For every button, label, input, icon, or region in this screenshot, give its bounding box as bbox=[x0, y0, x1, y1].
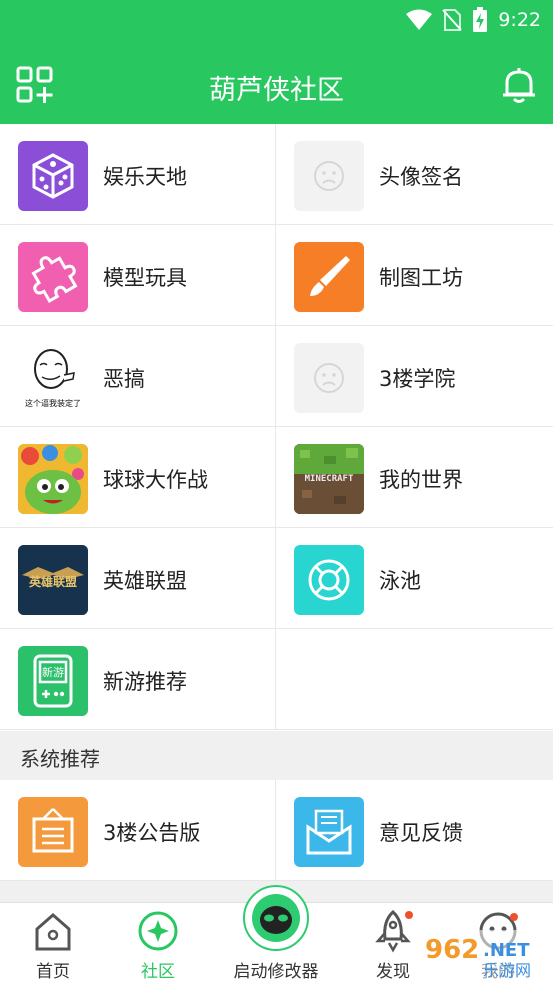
section-title: 系统推荐 bbox=[20, 747, 100, 771]
system-feedback[interactable]: 意见反馈 bbox=[276, 780, 552, 880]
category-pool[interactable]: 泳池 bbox=[276, 528, 552, 628]
meme-caption: 这个逼我装定了 bbox=[25, 399, 81, 408]
category-label: 制图工坊 bbox=[379, 266, 463, 290]
minecraft-logo-text: MINECRAFT bbox=[304, 474, 354, 484]
tab-label: 社区 bbox=[141, 962, 175, 982]
tab-community[interactable]: 社区 bbox=[108, 903, 208, 984]
puzzle-icon bbox=[18, 242, 88, 312]
notification-dot bbox=[510, 913, 518, 921]
status-bar: 9:22 bbox=[0, 0, 553, 40]
notification-dot bbox=[405, 911, 413, 919]
system-label: 3楼公告版 bbox=[103, 821, 201, 845]
minecraft-icon: MINECRAFT bbox=[294, 444, 364, 514]
status-icons: 9:22 bbox=[406, 6, 541, 34]
category-label: 泳池 bbox=[379, 569, 421, 593]
notice-board-icon bbox=[18, 797, 88, 867]
svg-text:乐游网: 乐游网 bbox=[483, 961, 531, 980]
category-label: 新游推荐 bbox=[103, 670, 187, 694]
tab-launch-modifier[interactable]: 启动修改器 bbox=[226, 885, 326, 984]
tab-label: 启动修改器 bbox=[233, 962, 319, 982]
category-grid: 娱乐天地 头像签名 模型玩具 制图工坊 这个逼我装定了 恶搞 3楼学院 球球大作… bbox=[0, 124, 553, 730]
category-drawing-workshop[interactable]: 制图工坊 bbox=[276, 225, 552, 325]
category-label: 头像签名 bbox=[379, 165, 463, 189]
category-entertainment[interactable]: 娱乐天地 bbox=[0, 124, 276, 224]
app-bar: 葫芦侠社区 bbox=[0, 40, 553, 124]
category-label: 英雄联盟 bbox=[103, 569, 187, 593]
empty-cell bbox=[276, 629, 552, 729]
category-ball-battle[interactable]: 球球大作战 bbox=[0, 427, 276, 527]
lifebuoy-icon bbox=[294, 545, 364, 615]
brush-icon bbox=[294, 242, 364, 312]
svg-text:962: 962 bbox=[425, 935, 479, 965]
mail-feedback-icon bbox=[294, 797, 364, 867]
grid-row: 这个逼我装定了 恶搞 3楼学院 bbox=[0, 326, 553, 427]
category-prank[interactable]: 这个逼我装定了 恶搞 bbox=[0, 326, 276, 426]
category-label: 3楼学院 bbox=[379, 367, 456, 391]
wifi-icon bbox=[406, 9, 433, 30]
category-new-games[interactable]: 新游 新游推荐 bbox=[0, 629, 276, 729]
alien-head-icon bbox=[252, 894, 300, 942]
grid-row: 新游 新游推荐 bbox=[0, 629, 553, 730]
lol-logo-text: 英雄联盟 bbox=[28, 575, 77, 589]
gamepad-device-icon: 新游 bbox=[18, 646, 88, 716]
tab-home[interactable]: 首页 bbox=[3, 903, 103, 984]
category-label: 恶搞 bbox=[103, 367, 145, 391]
meme-face-icon: 这个逼我装定了 bbox=[18, 343, 88, 413]
svg-text:.NET: .NET bbox=[483, 940, 530, 961]
category-label: 娱乐天地 bbox=[103, 165, 187, 189]
placeholder-face-icon bbox=[294, 343, 364, 413]
system-notice-board[interactable]: 3楼公告版 bbox=[0, 780, 276, 880]
ball-game-icon bbox=[18, 444, 88, 514]
category-league-of-legends[interactable]: 英雄联盟 英雄联盟 bbox=[0, 528, 276, 628]
clock: 9:22 bbox=[498, 9, 541, 31]
site-watermark-logo: 962 .NET 乐游网 bbox=[421, 930, 547, 980]
tab-label: 首页 bbox=[36, 962, 70, 982]
grid-row: 球球大作战 MINECRAFT 我的世界 bbox=[0, 427, 553, 528]
grid-row: 模型玩具 制图工坊 bbox=[0, 225, 553, 326]
grid-row: 英雄联盟 英雄联盟 泳池 bbox=[0, 528, 553, 629]
system-recommend-row: 3楼公告版 意见反馈 bbox=[0, 780, 553, 881]
new-game-icon-text: 新游 bbox=[42, 666, 64, 679]
category-label: 球球大作战 bbox=[103, 468, 208, 492]
category-3f-academy[interactable]: 3楼学院 bbox=[276, 326, 552, 426]
sparkle-circle-icon bbox=[138, 911, 178, 951]
system-label: 意见反馈 bbox=[379, 821, 463, 845]
page-title: 葫芦侠社区 bbox=[209, 75, 344, 106]
category-label: 模型玩具 bbox=[103, 266, 187, 290]
lol-icon: 英雄联盟 bbox=[18, 545, 88, 615]
battery-charging-icon bbox=[473, 7, 488, 32]
grid-row: 娱乐天地 头像签名 bbox=[0, 124, 553, 225]
section-header: 系统推荐 bbox=[0, 731, 553, 780]
no-sim-icon bbox=[442, 9, 463, 31]
dice-icon bbox=[18, 141, 88, 211]
category-model-toys[interactable]: 模型玩具 bbox=[0, 225, 276, 325]
bell-icon[interactable] bbox=[501, 66, 537, 104]
category-label: 我的世界 bbox=[379, 468, 463, 492]
category-my-world[interactable]: MINECRAFT 我的世界 bbox=[276, 427, 552, 527]
home-icon bbox=[35, 913, 71, 951]
category-avatar-signature[interactable]: 头像签名 bbox=[276, 124, 552, 224]
placeholder-face-icon bbox=[294, 141, 364, 211]
launch-modifier-button[interactable] bbox=[243, 885, 309, 951]
